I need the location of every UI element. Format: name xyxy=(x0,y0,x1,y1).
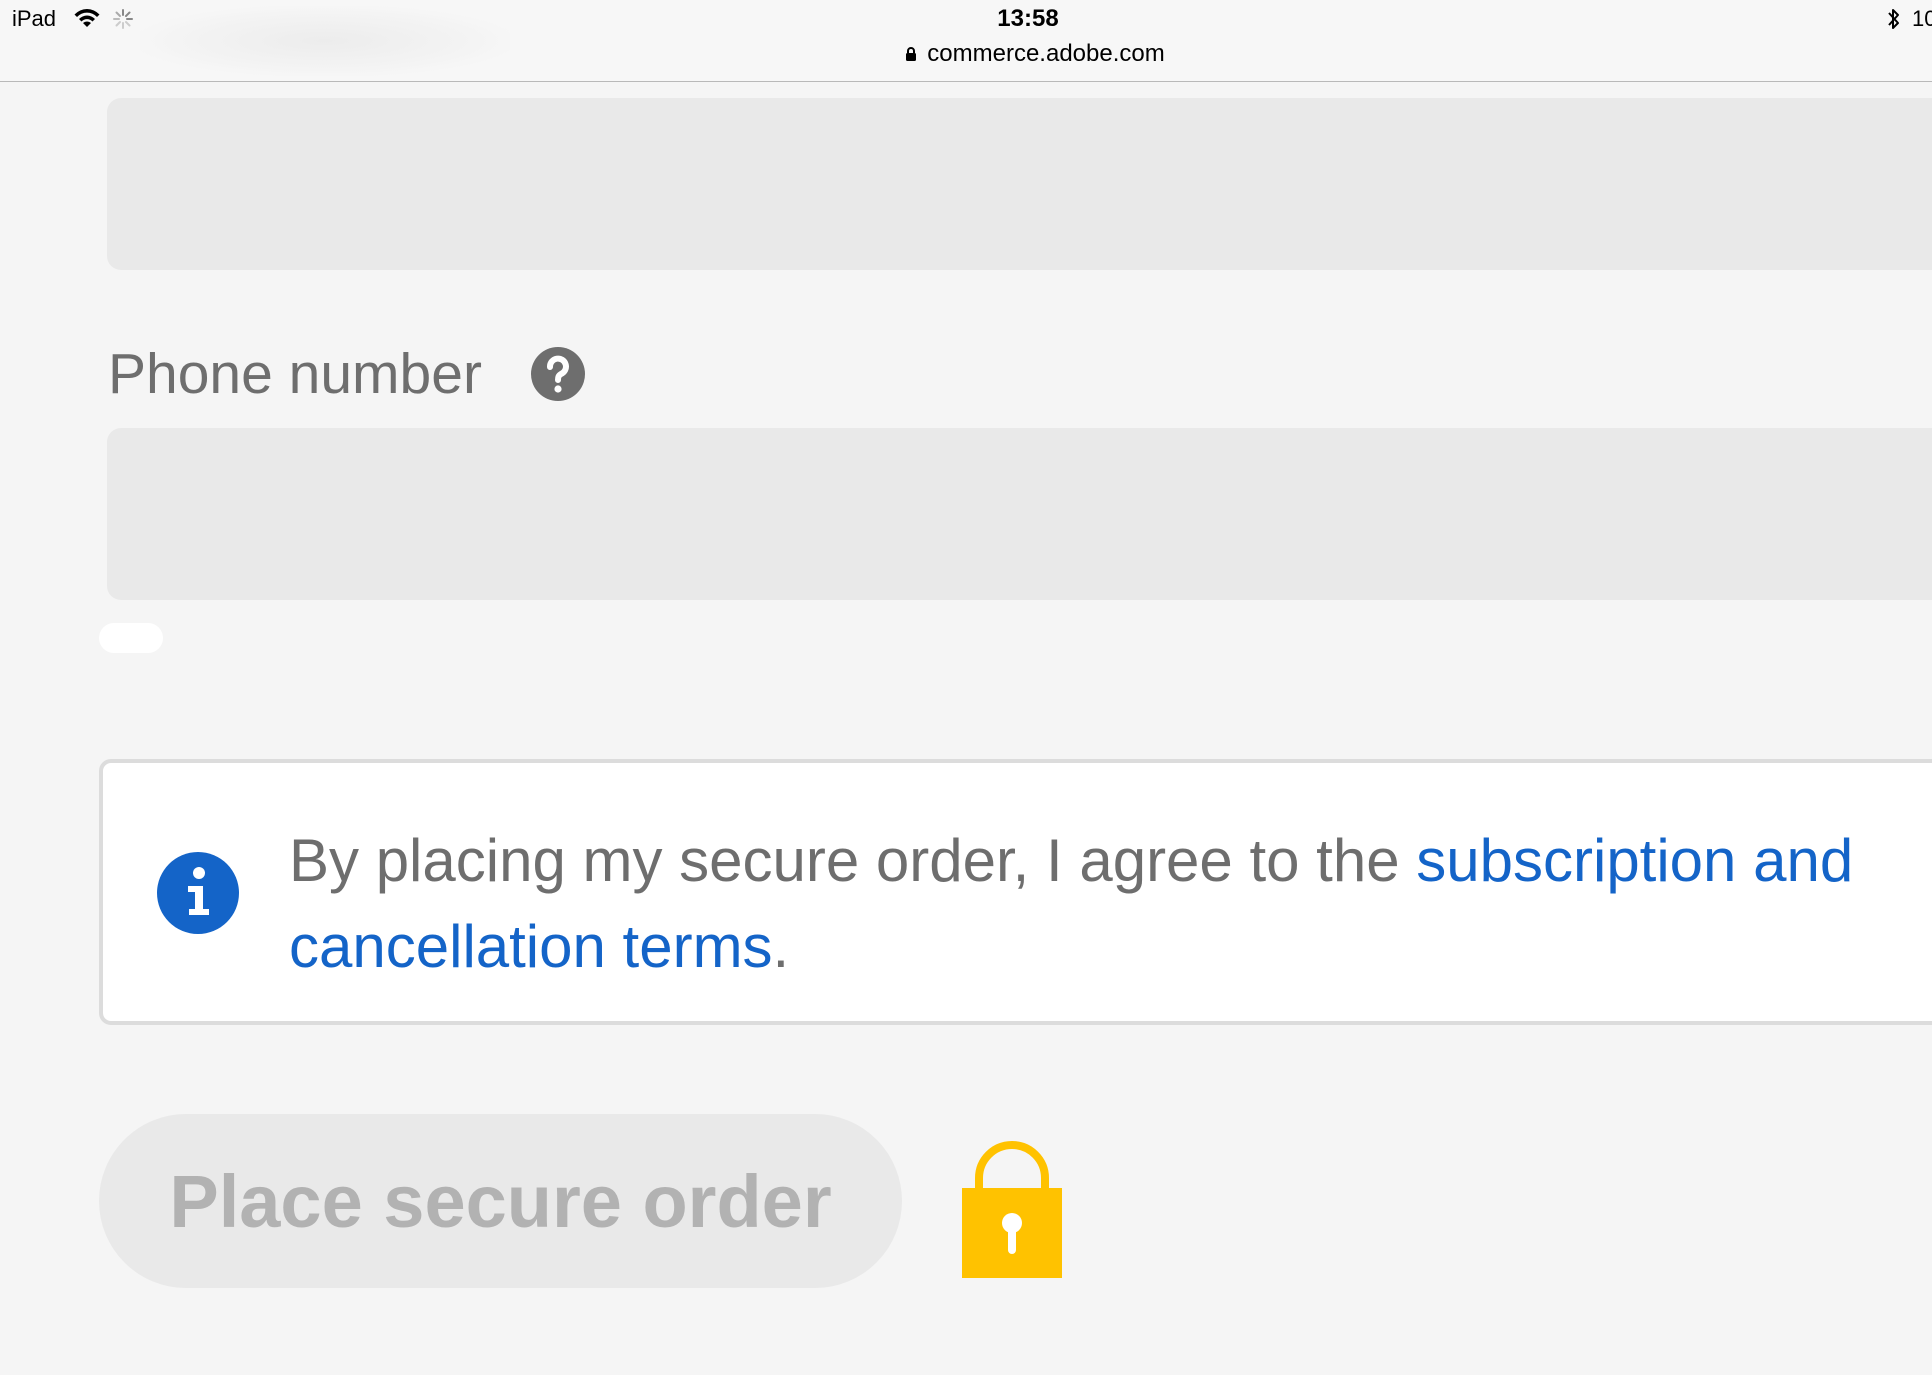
info-icon xyxy=(157,852,239,934)
url-text: commerce.adobe.com xyxy=(927,40,1165,67)
place-secure-order-button[interactable]: Place secure order xyxy=(99,1114,902,1288)
bluetooth-icon xyxy=(1888,9,1899,29)
clock: 13:58 xyxy=(997,5,1059,32)
question-circle-icon[interactable] xyxy=(530,346,586,402)
lock-icon xyxy=(906,47,917,61)
address-input-field[interactable] xyxy=(107,98,1932,270)
phone-number-input[interactable] xyxy=(107,428,1932,600)
terms-text-prefix: By placing my secure order, I agree to t… xyxy=(289,827,1417,894)
phone-number-label: Phone number xyxy=(108,342,482,406)
terms-text-suffix: . xyxy=(772,913,790,980)
terms-notice: By placing my secure order, I agree to t… xyxy=(99,759,1932,1025)
browser-status-bar: iPad 13:58 commerce.adobe.com 10 xyxy=(0,0,1932,82)
terms-notice-text: By placing my secure order, I agree to t… xyxy=(289,818,1932,990)
field-helper-pill xyxy=(99,623,163,653)
battery-percentage: 10 xyxy=(1912,6,1932,31)
address-bar[interactable]: commerce.adobe.com xyxy=(0,40,1932,68)
padlock-icon xyxy=(962,1141,1062,1278)
